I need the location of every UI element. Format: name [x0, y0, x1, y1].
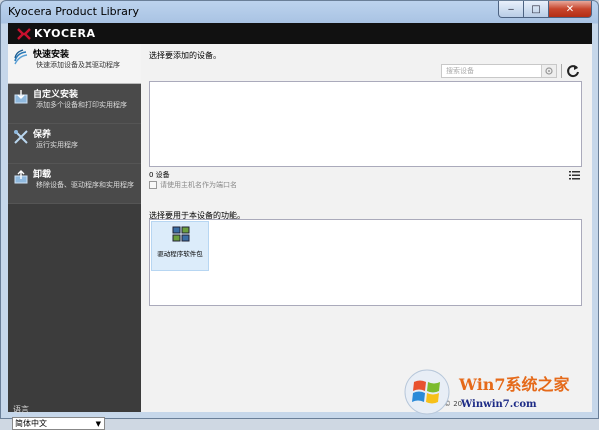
- sidebar-item-label: 自定义安装: [33, 90, 79, 100]
- custom-install-icon: [14, 90, 28, 104]
- feature-driver-package[interactable]: 驱动程序软件包: [151, 221, 209, 271]
- device-list[interactable]: [149, 81, 582, 167]
- client-area: KYOCERA 快速安装 快速添加设备及其驱动程序 自定义安装 添加多个设备和打…: [8, 23, 592, 430]
- search-clear-button[interactable]: [541, 65, 556, 77]
- search-placeholder: 搜索设备: [446, 67, 474, 75]
- app-window: Kyocera Product Library ‒ □ ✕ KYOCERA 快速…: [0, 0, 599, 430]
- minimize-button[interactable]: ‒: [498, 1, 524, 18]
- title-bar[interactable]: Kyocera Product Library ‒ □ ✕: [1, 1, 598, 23]
- select-device-label: 选择要添加的设备。: [149, 51, 221, 60]
- windows-logo-icon: [404, 369, 450, 415]
- sidebar-item-label: 保养: [33, 130, 52, 140]
- watermark-title: Win7系统之家: [459, 375, 570, 394]
- quick-install-icon: [14, 49, 28, 65]
- watermark-logo: Win7系统之家 Winwin7.com: [401, 365, 599, 420]
- toolbar-divider: [561, 64, 562, 78]
- window-title: Kyocera Product Library: [8, 5, 139, 18]
- features-panel: 驱动程序软件包: [149, 219, 582, 306]
- device-count: 0 设备: [149, 171, 170, 179]
- use-host-name-checkbox[interactable]: [149, 181, 157, 189]
- driver-package-icon: [172, 226, 190, 242]
- app-header: KYOCERA: [8, 23, 592, 44]
- maximize-button[interactable]: □: [524, 1, 549, 18]
- sidebar-item-desc: 移除设备、驱动程序和实用程序: [36, 181, 134, 189]
- gear-icon: [545, 67, 553, 75]
- language-label: 语言: [13, 405, 29, 414]
- sidebar-item-maintenance[interactable]: 保养 运行实用程序: [8, 124, 141, 164]
- sidebar-item-uninstall[interactable]: 卸载 移除设备、驱动程序和实用程序: [8, 164, 141, 204]
- maintenance-icon: [14, 130, 28, 144]
- refresh-icon[interactable]: [566, 64, 580, 78]
- sidebar-item-desc: 快速添加设备及其驱动程序: [36, 61, 120, 69]
- use-host-name-label: 请使用主机名作为端口名: [160, 181, 237, 189]
- uninstall-icon: [14, 170, 28, 184]
- sidebar-item-custom-install[interactable]: 自定义安装 添加多个设备和打印实用程序: [8, 84, 141, 124]
- window-controls: ‒ □ ✕: [498, 1, 592, 19]
- sidebar-item-quick-install[interactable]: 快速安装 快速添加设备及其驱动程序: [8, 44, 141, 84]
- sidebar-item-desc: 运行实用程序: [36, 141, 78, 149]
- sidebar-item-label: 卸载: [33, 170, 52, 180]
- language-value: 简体中文: [15, 419, 47, 428]
- kyocera-logo-icon: [17, 27, 31, 40]
- brand-name: KYOCERA: [34, 27, 96, 40]
- sidebar: 快速安装 快速添加设备及其驱动程序 自定义安装 添加多个设备和打印实用程序 保养…: [8, 44, 141, 430]
- close-button[interactable]: ✕: [549, 1, 592, 18]
- feature-label: 驱动程序软件包: [157, 250, 203, 258]
- sidebar-item-label: 快速安装: [33, 50, 70, 60]
- sidebar-item-desc: 添加多个设备和打印实用程序: [36, 101, 127, 109]
- search-input[interactable]: 搜索设备: [441, 64, 557, 78]
- main-panel: 选择要添加的设备。 搜索设备 0 设备 请使用主机名作为端口名 选择要用于本设备…: [141, 44, 592, 412]
- list-view-icon[interactable]: [569, 171, 580, 180]
- watermark-url: Winwin7.com: [461, 399, 537, 410]
- chevron-down-icon: ▼: [95, 420, 101, 428]
- kyocera-logo: KYOCERA: [17, 27, 96, 40]
